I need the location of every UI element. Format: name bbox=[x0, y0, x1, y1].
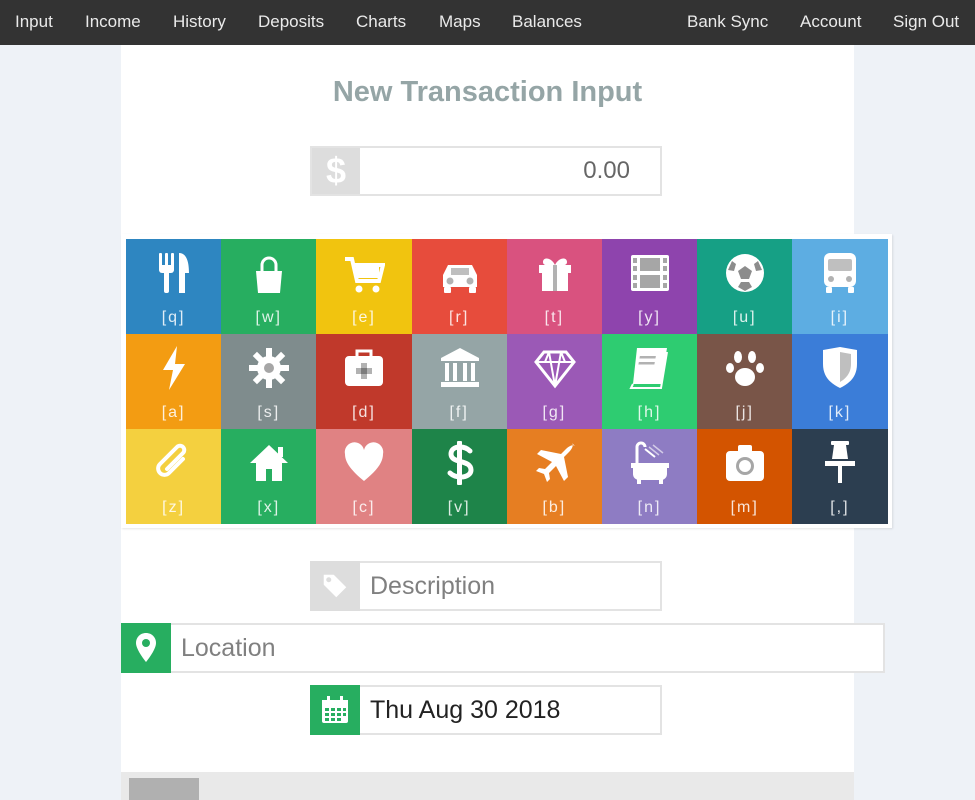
category-shortcut-key: [s] bbox=[257, 404, 281, 421]
nav-history[interactable]: History bbox=[173, 0, 226, 45]
category-shortcut-key: [t] bbox=[544, 309, 565, 326]
description-input-group bbox=[310, 561, 662, 611]
category-tile[interactable]: [e] bbox=[316, 239, 412, 334]
category-tile[interactable]: [i] bbox=[792, 239, 888, 334]
date-input[interactable] bbox=[360, 687, 660, 733]
cart-icon bbox=[345, 257, 386, 293]
category-tile[interactable]: [w] bbox=[221, 239, 317, 334]
category-tile[interactable]: [h] bbox=[601, 334, 698, 429]
description-input[interactable] bbox=[360, 563, 660, 609]
bath-icon bbox=[630, 441, 669, 484]
film-icon bbox=[630, 255, 669, 291]
category-shortcut-key: [w] bbox=[255, 309, 282, 326]
paperclip-icon bbox=[156, 443, 187, 477]
map-marker-icon bbox=[121, 623, 171, 673]
bus-icon bbox=[824, 253, 857, 293]
category-shortcut-key: [v] bbox=[447, 499, 471, 516]
gear-icon bbox=[249, 348, 290, 388]
category-shortcut-key: [g] bbox=[542, 404, 567, 421]
category-shortcut-key: [q] bbox=[161, 309, 186, 326]
category-tile[interactable]: [t] bbox=[506, 239, 602, 334]
tag-icon bbox=[310, 561, 360, 611]
nav-charts[interactable]: Charts bbox=[356, 0, 406, 45]
utensils-icon bbox=[159, 253, 189, 293]
nav-bank-sync[interactable]: Bank Sync bbox=[687, 0, 768, 45]
nav-sign-out[interactable]: Sign Out bbox=[893, 0, 959, 45]
category-shortcut-key: [r] bbox=[449, 309, 470, 326]
category-shortcut-key: [x] bbox=[257, 499, 281, 516]
nav-input[interactable]: Input bbox=[15, 0, 53, 45]
next-section-strip bbox=[121, 772, 854, 800]
calendar-icon bbox=[310, 685, 360, 735]
category-shortcut-key: [h] bbox=[637, 404, 662, 421]
category-shortcut-key: [i] bbox=[830, 309, 850, 326]
amount-input-group: $ bbox=[310, 146, 662, 196]
category-shortcut-key: [,] bbox=[830, 499, 850, 516]
date-input-group bbox=[310, 685, 662, 735]
amount-input[interactable] bbox=[360, 148, 660, 194]
bank-icon bbox=[440, 348, 479, 387]
category-shortcut-key: [e] bbox=[352, 309, 376, 326]
pin-icon bbox=[825, 441, 856, 483]
category-tile[interactable]: [,] bbox=[792, 429, 888, 524]
category-tile[interactable]: [x] bbox=[221, 429, 317, 524]
dollar-icon bbox=[447, 441, 474, 485]
category-shortcut-key: [f] bbox=[449, 404, 469, 421]
home-icon bbox=[250, 445, 289, 481]
category-tile[interactable]: [v] bbox=[411, 429, 507, 524]
category-shortcut-key: [d] bbox=[352, 404, 376, 421]
category-shortcut-key: [u] bbox=[732, 309, 757, 326]
nav-income[interactable]: Income bbox=[85, 0, 141, 45]
nav-balances[interactable]: Balances bbox=[512, 0, 582, 45]
category-tile[interactable]: [b] bbox=[506, 429, 602, 524]
gift-icon bbox=[538, 258, 571, 291]
nav-account[interactable]: Account bbox=[800, 0, 861, 45]
category-tile[interactable]: [r] bbox=[411, 239, 507, 334]
category-grid: [q] [w] [e] [r] [t] [y] [u] [i] [a] [s] [d] [f] [g] [… bbox=[121, 234, 892, 528]
category-tile[interactable]: [u] bbox=[697, 239, 793, 334]
dollar-icon: $ bbox=[312, 148, 360, 194]
medkit-icon bbox=[345, 349, 384, 386]
heart-icon bbox=[345, 442, 384, 481]
top-navbar: Input Income History Deposits Charts Map… bbox=[0, 0, 975, 45]
section-icon bbox=[129, 778, 199, 800]
nav-deposits[interactable]: Deposits bbox=[258, 0, 324, 45]
shopping-bag-icon bbox=[256, 256, 283, 293]
car-icon bbox=[442, 265, 477, 293]
shield-icon bbox=[823, 347, 858, 388]
category-tile[interactable]: [g] bbox=[506, 334, 602, 429]
location-input[interactable] bbox=[171, 625, 883, 671]
category-shortcut-key: [m] bbox=[730, 499, 759, 516]
category-shortcut-key: [a] bbox=[161, 404, 186, 421]
camera-icon bbox=[726, 445, 765, 481]
paw-icon bbox=[726, 351, 765, 386]
book-icon bbox=[629, 348, 668, 389]
category-tile[interactable]: [j] bbox=[697, 334, 793, 429]
category-tile[interactable]: [a] bbox=[126, 334, 222, 429]
category-tile[interactable]: [c] bbox=[316, 429, 412, 524]
category-shortcut-key: [z] bbox=[162, 499, 186, 516]
category-tile[interactable]: [f] bbox=[411, 334, 507, 429]
bolt-icon bbox=[163, 346, 185, 390]
category-shortcut-key: [k] bbox=[828, 404, 852, 421]
category-shortcut-key: [b] bbox=[542, 499, 567, 516]
category-tile[interactable]: [y] bbox=[601, 239, 698, 334]
category-tile[interactable]: [n] bbox=[601, 429, 698, 524]
nav-maps[interactable]: Maps bbox=[439, 0, 481, 45]
category-tile[interactable]: [s] bbox=[221, 334, 317, 429]
plane-icon bbox=[535, 443, 575, 482]
category-tile[interactable]: [q] bbox=[126, 239, 222, 334]
category-shortcut-key: [y] bbox=[638, 309, 661, 326]
category-shortcut-key: [j] bbox=[735, 404, 754, 421]
category-shortcut-key: [c] bbox=[352, 499, 376, 516]
location-input-group bbox=[121, 623, 885, 673]
diamond-icon bbox=[533, 350, 576, 389]
soccer-ball-icon bbox=[726, 254, 765, 292]
category-tile[interactable]: [z] bbox=[126, 429, 222, 524]
category-tile[interactable]: [d] bbox=[316, 334, 412, 429]
page-title: New Transaction Input bbox=[332, 76, 643, 108]
category-tile[interactable]: [k] bbox=[792, 334, 888, 429]
category-tile[interactable]: [m] bbox=[697, 429, 793, 524]
category-shortcut-key: [n] bbox=[637, 499, 662, 516]
